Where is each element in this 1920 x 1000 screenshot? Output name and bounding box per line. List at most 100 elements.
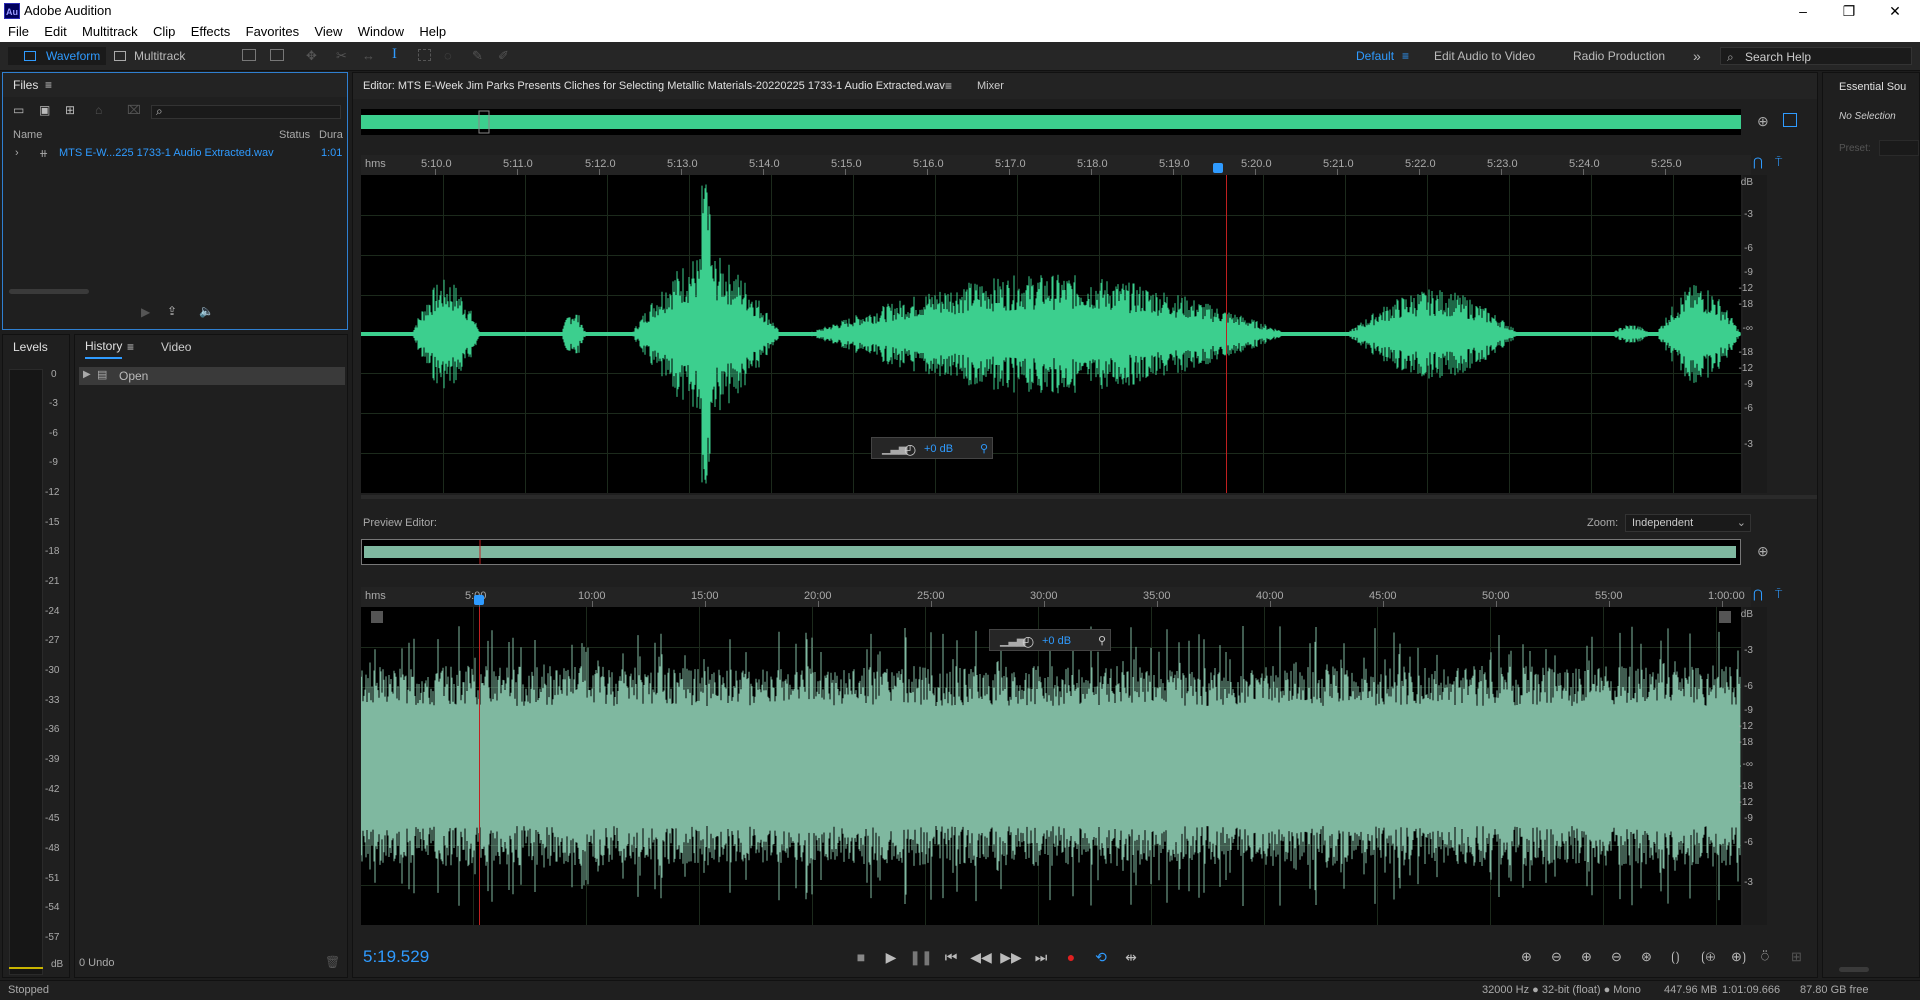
menu-window[interactable]: Window (358, 22, 404, 42)
loop-playback-icon[interactable]: ⟲ (1089, 949, 1113, 966)
editor-splitter[interactable] (361, 495, 1817, 499)
column-duration[interactable]: Dura (319, 129, 343, 141)
editor-overview[interactable] (361, 109, 1741, 135)
editor-tab-menu-icon[interactable]: ≡ (945, 74, 952, 98)
preview-gain-knob-icon[interactable]: ◴ (1022, 630, 1034, 652)
stop-icon[interactable]: ■ (849, 949, 873, 965)
zoom-select[interactable]: Independent ⌄ (1625, 514, 1751, 532)
playhead-line[interactable] (1226, 175, 1227, 493)
expand-chevron-icon[interactable]: › (15, 147, 19, 159)
spectral-pitch-icon[interactable] (270, 49, 284, 61)
tab-history[interactable]: History (85, 335, 123, 359)
gain-knob-icon[interactable]: ◴ (904, 438, 916, 460)
menu-effects[interactable]: Effects (191, 22, 231, 42)
menu-clip[interactable]: Clip (153, 22, 175, 42)
history-delete-icon[interactable]: 🗑 (325, 955, 340, 969)
current-time-display[interactable]: 5:19.529 (363, 947, 429, 967)
go-to-end-icon[interactable]: ⏭ (1029, 949, 1053, 966)
slip-tool-icon[interactable]: ↔ (362, 48, 375, 63)
main-waveform-display[interactable]: ▁▃▅ ◴ +0 dB ⚲ (361, 175, 1741, 493)
preview-gain-hud[interactable]: ▁▃▅ ◴ +0 dB ⚲ (989, 629, 1111, 651)
more-workspaces-icon[interactable]: » (1693, 47, 1701, 65)
preview-gain-value[interactable]: +0 dB (1042, 630, 1071, 652)
essential-scrollbar[interactable] (1839, 967, 1869, 972)
files-panel-title[interactable]: Files (13, 73, 38, 97)
column-status[interactable]: Status (279, 129, 310, 141)
editor-tab-title[interactable]: Editor: MTS E-Week Jim Parks Presents Cl… (363, 74, 945, 98)
skip-selection-icon[interactable]: ⇹ (1119, 949, 1143, 966)
files-search-input[interactable]: ⌕ (151, 104, 341, 119)
minimize-button[interactable]: – (1780, 0, 1826, 22)
tab-mixer[interactable]: Mixer (977, 74, 1004, 98)
marker-pin-icon[interactable]: ⍑ (1775, 155, 1782, 170)
overview-toggle-icon[interactable] (1783, 113, 1797, 127)
column-name[interactable]: Name (13, 129, 42, 141)
time-selection-tool-icon[interactable]: I (392, 46, 397, 63)
files-panel-menu-icon[interactable]: ≡ (45, 73, 52, 97)
gain-hud-pin-icon[interactable]: ⚲ (980, 438, 988, 460)
play-file-icon[interactable]: ▶ (141, 305, 150, 319)
preview-playhead-line[interactable] (479, 607, 480, 925)
zoom-out-full-icon[interactable]: ⊕ (1757, 113, 1769, 130)
close-button[interactable]: ✕ (1872, 0, 1918, 22)
rewind-icon[interactable]: ◀◀ (969, 949, 993, 966)
marquee-tool-icon[interactable] (418, 49, 431, 61)
workspace-default[interactable]: Default (1356, 47, 1394, 65)
preset-select[interactable] (1879, 140, 1919, 156)
workspace-radio-production[interactable]: Radio Production (1573, 47, 1665, 65)
go-to-start-icon[interactable]: ⏮ (939, 949, 963, 966)
preview-gain-hud-pin-icon[interactable]: ⚲ (1098, 630, 1106, 652)
menu-view[interactable]: View (314, 22, 342, 42)
search-help-input[interactable]: ⌕ Search Help (1720, 47, 1912, 65)
essential-sound-title[interactable]: Essential Sou (1839, 75, 1906, 99)
menu-multitrack[interactable]: Multitrack (82, 22, 138, 42)
workspace-edit-audio-to-video[interactable]: Edit Audio to Video (1434, 47, 1535, 65)
delete-file-icon[interactable]: ⌧ (127, 103, 141, 117)
waveform-view-button[interactable]: Waveform (8, 47, 106, 65)
gain-hud[interactable]: ▁▃▅ ◴ +0 dB ⚲ (871, 437, 993, 459)
zoom-in-at-in-point-icon[interactable]: ⟮⊕ (1701, 949, 1715, 965)
autoplay-speaker-icon[interactable]: 🔈 (199, 304, 214, 318)
preview-playhead-handle-icon[interactable] (474, 595, 484, 605)
file-row[interactable]: › ⧺ MTS E-W...225 1733-1 Audio Extracted… (3, 147, 347, 163)
workspace-menu-icon[interactable]: ≡ (1402, 47, 1409, 65)
pause-icon[interactable]: ❚❚ (909, 949, 933, 966)
tab-video[interactable]: Video (161, 335, 191, 359)
record-icon[interactable]: ● (1059, 949, 1083, 965)
razor-tool-icon[interactable]: ✂ (336, 48, 347, 64)
menu-help[interactable]: Help (419, 22, 446, 42)
zoom-in-at-out-point-icon[interactable]: ⊕⟯ (1731, 949, 1746, 965)
menu-edit[interactable]: Edit (44, 22, 66, 42)
maximize-button[interactable]: ❐ (1826, 0, 1872, 22)
play-icon[interactable]: ▶ (879, 949, 903, 966)
fade-in-handle-icon[interactable] (371, 611, 383, 623)
main-timeline-ruler[interactable]: hms 5:10.0 5:11.0 5:12.0 5:13.0 5:14.0 5:15.0… (361, 155, 1751, 175)
zoom-reset-icon[interactable]: ⊞ (1791, 949, 1802, 965)
menu-favorites[interactable]: Favorites (246, 22, 299, 42)
zoom-out-time-icon[interactable]: ⊖ (1611, 949, 1622, 965)
insert-icon[interactable]: ⌂ (95, 103, 102, 117)
gain-value[interactable]: +0 dB (924, 438, 953, 460)
preview-timeline-ruler[interactable]: hms 5:0010:0015:0020:0025:0030:0035:0040… (361, 587, 1751, 607)
preview-marker-pin-icon[interactable]: ⍑ (1775, 587, 1782, 602)
spot-healing-tool-icon[interactable]: ✐ (498, 48, 509, 64)
zoom-to-playhead-icon[interactable]: ⍥ (1761, 949, 1769, 965)
loop-file-icon[interactable]: ⇪ (167, 304, 177, 318)
history-item-open[interactable]: ▶ ▤ Open (79, 367, 345, 385)
brush-tool-icon[interactable]: ✎ (472, 48, 483, 64)
fade-out-handle-icon[interactable] (1719, 611, 1731, 623)
move-tool-icon[interactable]: ✥ (306, 48, 317, 64)
preview-overview[interactable] (361, 539, 1741, 565)
preview-zoom-out-full-icon[interactable]: ⊕ (1757, 543, 1769, 560)
zoom-to-selection-icon[interactable]: ⟮⟯ (1671, 949, 1680, 965)
zoom-out-amplitude-icon[interactable]: ⊖ (1551, 949, 1562, 965)
levels-panel-title[interactable]: Levels (13, 335, 48, 359)
import-file-icon[interactable]: ▣ (39, 103, 50, 117)
zoom-in-amplitude-icon[interactable]: ⊕ (1521, 949, 1532, 965)
playhead-handle-icon[interactable] (1213, 163, 1223, 173)
preview-snap-icon[interactable]: ⋂ (1753, 587, 1763, 601)
preview-waveform-display[interactable]: ▁▃▅ ◴ +0 dB ⚲ (361, 607, 1741, 925)
history-menu-icon[interactable]: ≡ (127, 335, 134, 359)
snap-icon[interactable]: ⋂ (1753, 155, 1763, 169)
spectral-frequency-icon[interactable] (242, 49, 256, 61)
